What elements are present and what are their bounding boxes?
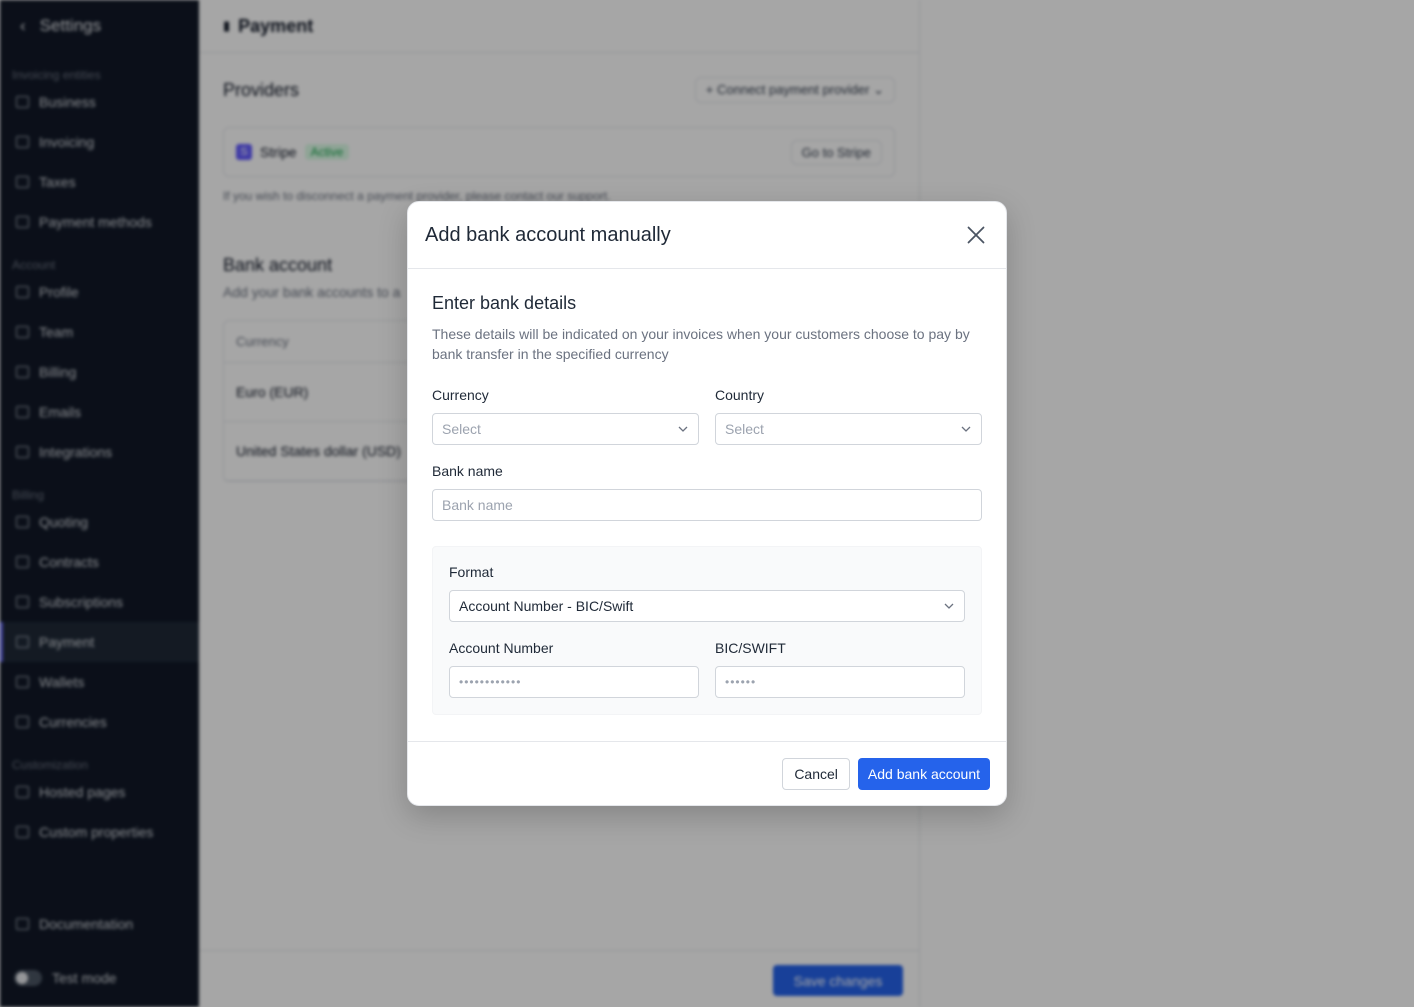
account-number-placeholder: •••••••••••• [459, 675, 522, 689]
format-select[interactable]: Account Number - BIC/Swift [449, 590, 965, 622]
section-description: These details will be indicated on your … [432, 326, 970, 362]
dialog-body: Enter bank details These details will be… [408, 269, 1006, 715]
account-number-label: Account Number [449, 640, 554, 656]
add-bank-account-dialog: Add bank account manually Enter bank det… [407, 201, 1007, 806]
close-button[interactable] [964, 223, 988, 247]
country-select[interactable]: Select [715, 413, 982, 445]
bank-name-input[interactable]: Bank name [432, 489, 982, 521]
currency-label: Currency [432, 387, 489, 403]
dialog-title: Add bank account manually [425, 223, 671, 246]
format-section: Format Account Number - BIC/Swift Accoun… [432, 546, 982, 715]
country-field: Country Select [715, 387, 982, 445]
account-number-input[interactable]: •••••••••••• [449, 666, 699, 698]
currency-placeholder: Select [442, 421, 481, 437]
format-value: Account Number - BIC/Swift [459, 598, 634, 614]
close-icon [967, 226, 985, 244]
chevron-down-icon [961, 426, 971, 432]
add-bank-account-button[interactable]: Add bank account [857, 758, 990, 790]
bank-name-label: Bank name [432, 463, 503, 479]
bank-name-placeholder: Bank name [442, 497, 513, 513]
account-number-field: Account Number •••••••••••• [449, 640, 699, 698]
currency-select[interactable]: Select [432, 413, 699, 445]
country-placeholder: Select [725, 421, 764, 437]
bic-swift-label: BIC/SWIFT [715, 640, 786, 656]
country-label: Country [715, 387, 765, 403]
dialog-header: Add bank account manually [408, 202, 1006, 269]
format-field: Format Account Number - BIC/Swift [449, 564, 965, 622]
chevron-down-icon [678, 426, 688, 432]
section-title: Enter bank details [432, 293, 577, 313]
format-label: Format [449, 564, 494, 580]
dialog-footer: Cancel Add bank account [408, 741, 1006, 806]
bic-swift-field: BIC/SWIFT •••••• [715, 640, 965, 698]
bic-swift-input[interactable]: •••••• [715, 666, 965, 698]
currency-field: Currency Select [432, 387, 699, 445]
bank-name-field: Bank name Bank name [432, 463, 982, 521]
cancel-button[interactable]: Cancel [782, 758, 850, 790]
chevron-down-icon [944, 603, 954, 609]
bic-swift-placeholder: •••••• [725, 675, 757, 689]
